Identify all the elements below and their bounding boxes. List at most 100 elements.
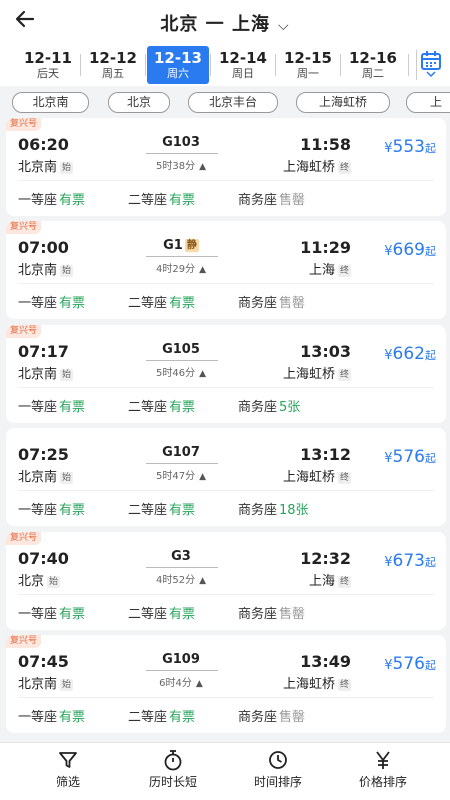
seat-availability: 二等座 有票 <box>128 706 195 725</box>
train-card[interactable]: 复兴号 07:00 北京南始 G1 静 4时29分 ▲ 11:29 上海终 ¥669起 一等座 有票二… <box>6 221 446 319</box>
train-type-badge: 复兴号 <box>6 325 42 338</box>
duration: 5时46分 ▲ <box>131 364 231 379</box>
station-chip[interactable]: 上海虹桥 <box>296 92 390 113</box>
seat-availability: 商务座 5张 <box>238 396 300 415</box>
date-tab[interactable]: 12-11 后天 <box>17 46 79 84</box>
price-value: 673 <box>392 551 425 571</box>
stops-toggle-icon[interactable]: ▲ <box>196 679 203 689</box>
price-value: 669 <box>392 240 425 260</box>
seat-availability: 二等座 有票 <box>128 396 195 415</box>
ticket-status: 有票 <box>169 503 196 518</box>
route-title[interactable]: 北京 一 上海 ⌵ <box>0 10 450 36</box>
route-line <box>146 670 218 671</box>
train-number: G109 <box>136 652 226 667</box>
calendar-icon[interactable] <box>416 50 442 80</box>
arrival-station: 上海终 <box>309 259 351 278</box>
seat-class: 商务座 <box>238 607 278 622</box>
train-number: G107 <box>136 445 226 460</box>
seat-availability: 一等座 有票 <box>18 189 85 208</box>
seat-class: 一等座 <box>18 193 58 208</box>
arrival-station: 上海虹桥终 <box>283 156 351 175</box>
train-number-text: G1 <box>163 238 183 253</box>
train-number: G103 <box>136 135 226 150</box>
train-number-text: G103 <box>162 135 200 150</box>
seat-availability: 一等座 有票 <box>18 603 85 622</box>
price-suffix: 起 <box>425 659 436 672</box>
card-divider <box>18 490 434 491</box>
price: ¥673起 <box>384 551 436 571</box>
card-divider <box>18 180 434 181</box>
stops-toggle-icon[interactable]: ▲ <box>199 472 206 482</box>
departure-station: 北京南始 <box>18 673 74 692</box>
toolbar-tab-label: 价格排序 <box>358 775 407 789</box>
arrival-station-name: 上海虹桥 <box>282 470 335 485</box>
ticket-status: 有票 <box>59 710 86 725</box>
price-suffix: 起 <box>425 349 436 362</box>
date-tab[interactable]: 12-15 周一 <box>277 46 339 84</box>
terminal-tag: 终 <box>337 679 351 691</box>
seat-availability: 商务座 售罄 <box>238 189 305 208</box>
toolbar-tab[interactable]: 时间排序 <box>228 749 328 790</box>
date-label: 12-11 <box>24 49 72 67</box>
arrival-station-name: 上海虹桥 <box>282 367 335 382</box>
yen-symbol: ¥ <box>384 141 393 156</box>
price: ¥576起 <box>384 654 436 674</box>
seat-class: 二等座 <box>128 400 168 415</box>
duration: 4时29分 ▲ <box>131 260 231 275</box>
duration-text: 5时47分 <box>155 471 196 482</box>
stopwatch-icon <box>123 749 223 771</box>
date-tab[interactable]: 12-12 周五 <box>82 46 144 84</box>
seat-availability: 一等座 有票 <box>18 396 85 415</box>
departure-station-name: 北京南 <box>18 677 58 692</box>
departure-station-name: 北京南 <box>18 367 58 382</box>
train-card[interactable]: 07:25 北京南始 G107 5时47分 ▲ 13:12 上海虹桥终 ¥576起 一等座 有票二… <box>6 428 446 526</box>
toolbar-tab[interactable]: 筛选 <box>18 749 118 790</box>
seat-class: 商务座 <box>238 503 278 518</box>
terminal-tag: 终 <box>337 576 351 588</box>
train-card[interactable]: 复兴号 07:40 北京始 G3 4时52分 ▲ 12:32 上海终 ¥673起 一等座 有票 二等座… <box>6 532 446 630</box>
departure-time: 07:00 <box>18 238 69 257</box>
price-value: 576 <box>392 447 425 467</box>
stops-toggle-icon[interactable]: ▲ <box>199 265 206 275</box>
train-card[interactable]: 复兴号 06:20 北京南始 G103 5时38分 ▲ 11:58 上海虹桥终 ¥553起 一等座… <box>6 118 446 216</box>
duration: 6时4分 ▲ <box>131 674 231 689</box>
train-number-text: G3 <box>171 549 191 564</box>
price-suffix: 起 <box>425 556 436 569</box>
seat-class: 一等座 <box>18 503 58 518</box>
station-chip[interactable]: 北京 <box>108 92 170 113</box>
date-label: 12-14 <box>219 49 267 67</box>
date-tab[interactable]: 12-14 周日 <box>212 46 274 84</box>
seat-class: 一等座 <box>18 607 58 622</box>
train-card[interactable]: 复兴号 07:17 北京南始 G105 5时46分 ▲ 13:03 上海虹桥终 ¥662起 一等座… <box>6 325 446 423</box>
price: ¥576起 <box>384 447 436 467</box>
stops-toggle-icon[interactable]: ▲ <box>199 576 206 586</box>
date-tab[interactable]: 12-13 周六 <box>147 46 209 84</box>
seat-class: 二等座 <box>128 296 168 311</box>
station-chip[interactable]: 北京丰台 <box>188 92 278 113</box>
seat-class: 商务座 <box>238 400 278 415</box>
date-label: 12-16 <box>349 49 397 67</box>
seat-class: 二等座 <box>128 607 168 622</box>
toolbar-tab[interactable]: 价格排序 <box>333 749 433 790</box>
terminal-tag: 终 <box>337 369 351 381</box>
stops-toggle-icon[interactable]: ▲ <box>199 162 206 172</box>
station-chip[interactable]: 上 <box>406 92 450 113</box>
toolbar-tab[interactable]: 历时长短 <box>123 749 223 790</box>
seat-availability: 一等座 有票 <box>18 706 85 725</box>
stops-toggle-icon[interactable]: ▲ <box>199 369 206 379</box>
station-filter-bar: 北京南 北京 北京丰台 上海虹桥上 <box>0 88 450 116</box>
train-card[interactable]: 复兴号 07:45 北京南始 G109 6时4分 ▲ 13:49 上海虹桥终 ¥576起 一等座有… <box>6 635 446 733</box>
date-tab[interactable]: 12-16 周二 <box>342 46 404 84</box>
ticket-status: 售罄 <box>279 193 306 208</box>
price-suffix: 起 <box>425 245 436 258</box>
departure-station-name: 北京南 <box>18 470 58 485</box>
duration-text: 5时46分 <box>155 368 196 379</box>
seat-class: 商务座 <box>238 710 278 725</box>
departure-time: 07:45 <box>18 652 69 671</box>
seat-availability: 商务座 售罄 <box>238 706 305 725</box>
arrival-time: 12:32 <box>300 549 351 568</box>
origin-tag: 始 <box>60 369 74 381</box>
train-number-text: G105 <box>162 342 200 357</box>
ticket-status: 有票 <box>169 296 196 311</box>
station-chip[interactable]: 北京南 <box>12 92 89 113</box>
